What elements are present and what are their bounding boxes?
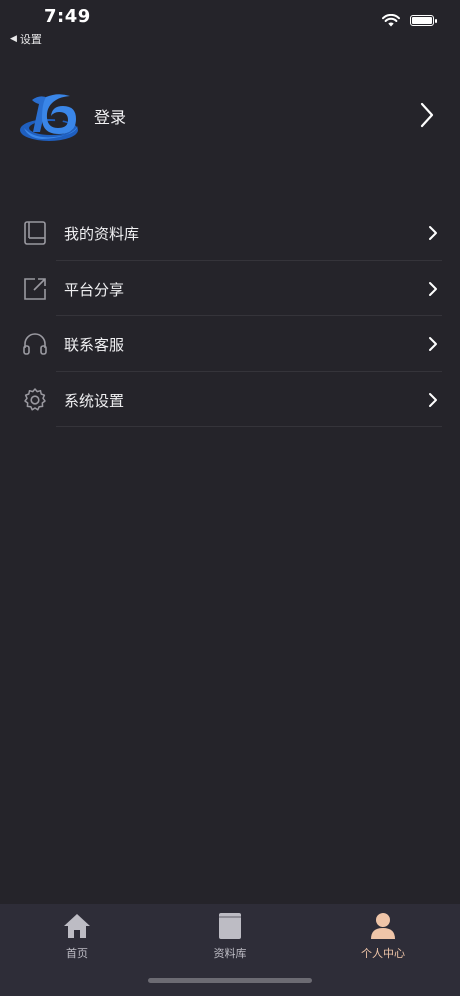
wifi-icon [382,14,400,27]
menu-item-my-library[interactable]: 我的资料库 [0,205,460,261]
headphones-icon [23,333,47,355]
tab-label: 资料库 [213,947,247,960]
back-to-settings-button[interactable]: ◀ 设置 [10,31,42,47]
tab-label: 个人中心 [361,947,405,960]
menu-item-label: 平台分享 [64,280,125,299]
share-icon [24,277,46,300]
tab-home[interactable]: 首页 [22,912,132,961]
tab-library[interactable]: 资料库 [175,912,285,961]
back-label: 设置 [19,33,42,46]
login-row[interactable]: 登录 [0,80,460,152]
status-time: 7:49 [44,6,91,27]
home-icon [64,914,90,938]
person-icon [371,913,395,939]
menu-item-platform-share[interactable]: 平台分享 [0,261,460,316]
chevron-right-icon [420,102,434,128]
back-arrow-icon: ◀ [10,34,17,44]
system-icons [382,14,437,27]
status-bar: 7:49 ◀ 设置 [0,0,460,48]
menu-item-label: 系统设置 [64,391,125,410]
tab-profile[interactable]: 个人中心 [328,912,438,961]
chevron-right-icon [429,226,437,240]
home-indicator [148,978,312,983]
book-icon [24,221,46,245]
menu-item-label: 我的资料库 [64,225,140,243]
divider [56,426,442,427]
settings-menu: 我的资料库 平台分享 联系客服 系统设置 [0,205,460,427]
menu-item-label: 联系客服 [64,336,125,354]
login-label: 登录 [94,108,127,127]
tab-label: 首页 [66,947,88,960]
chevron-right-icon [429,281,437,296]
menu-item-contact-support[interactable]: 联系客服 [0,316,460,372]
app-logo [20,94,78,141]
gear-icon [24,387,46,411]
battery-icon [410,15,437,26]
menu-item-system-settings[interactable]: 系统设置 [0,372,460,427]
book-icon [219,913,241,939]
chevron-right-icon [429,337,437,351]
chevron-right-icon [429,392,437,407]
